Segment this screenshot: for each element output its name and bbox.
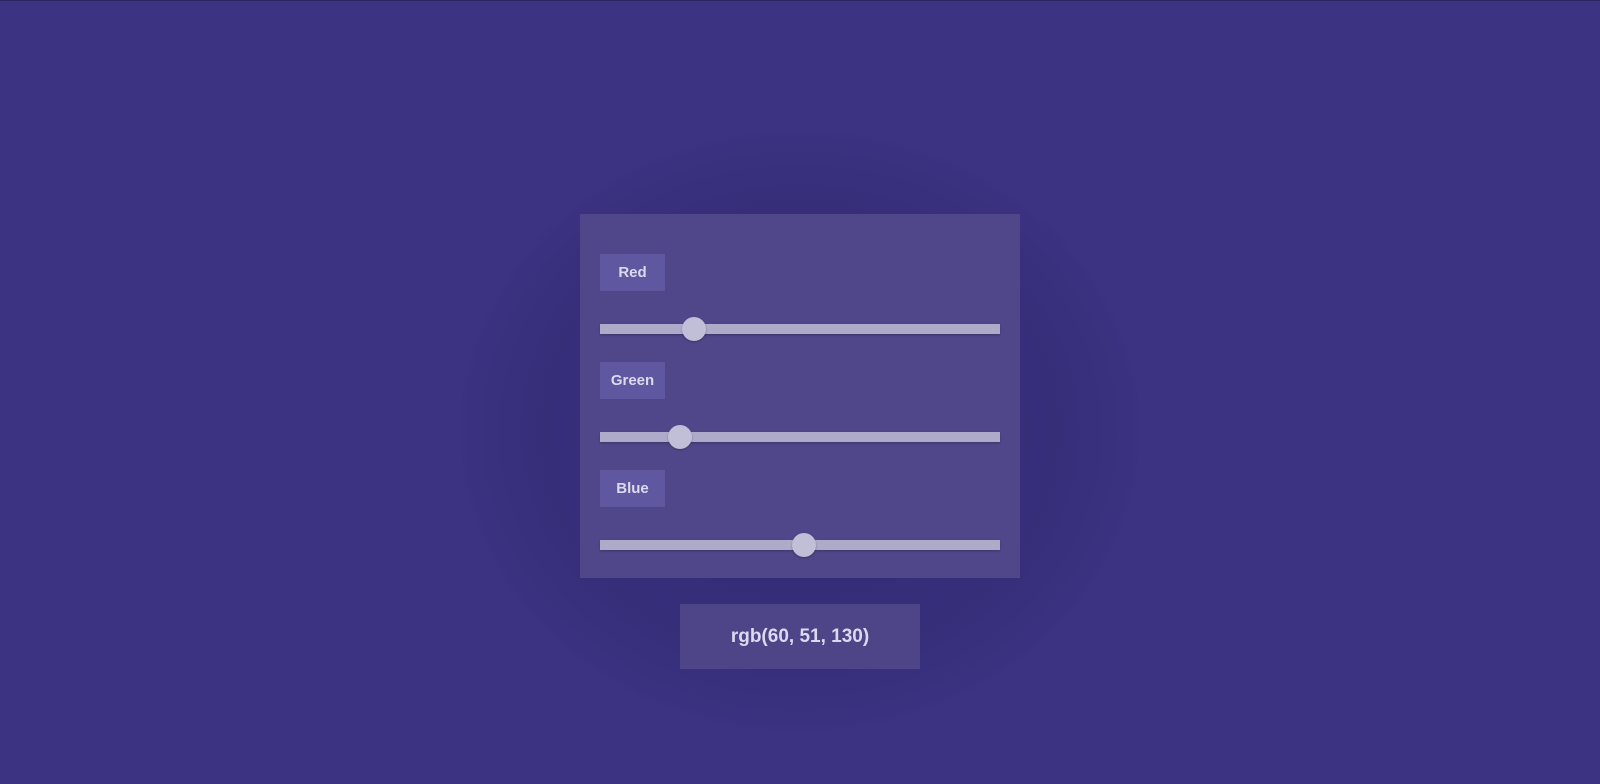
red-label: Red [600,254,665,291]
green-slider[interactable] [600,425,1000,449]
red-slider[interactable] [600,317,1000,341]
green-slider-thumb[interactable] [668,425,692,449]
blue-slider-thumb[interactable] [791,533,816,557]
blue-label: Blue [600,470,665,507]
rgb-result-display: rgb(60, 51, 130) [680,604,920,669]
green-label: Green [600,362,665,399]
red-slider-thumb[interactable] [682,317,707,341]
red-slider-track[interactable] [600,324,1000,334]
blue-slider[interactable] [600,533,1000,557]
green-slider-track[interactable] [600,432,1000,442]
color-controls-panel: Red Green Blue [580,214,1020,578]
